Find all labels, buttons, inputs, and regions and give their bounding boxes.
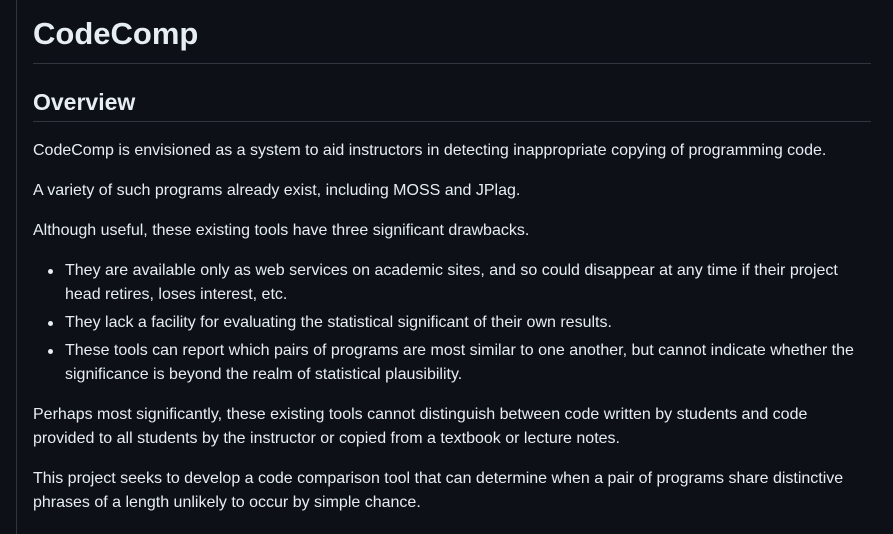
section-heading-overview: Overview <box>33 87 871 122</box>
list-item: These tools can report which pairs of pr… <box>48 339 871 387</box>
readme-content: CodeComp Overview CodeComp is envisioned… <box>33 12 871 515</box>
paragraph-project-goal: This project seeks to develop a code com… <box>33 470 844 511</box>
paragraph-intro: CodeComp is envisioned as a system to ai… <box>33 142 827 159</box>
paragraph-existing-programs: A variety of such programs already exist… <box>33 182 521 199</box>
paragraph-drawbacks: Although useful, these existing tools ha… <box>33 222 530 239</box>
readme-page: CodeComp Overview CodeComp is envisioned… <box>0 0 893 534</box>
list-item: They are available only as web services … <box>48 259 871 307</box>
paragraph-distinguish-code: Perhaps most significantly, these existi… <box>33 406 808 447</box>
drawbacks-list: They are available only as web services … <box>33 259 871 387</box>
list-item: They lack a facility for evaluating the … <box>48 311 871 335</box>
page-title: CodeComp <box>33 12 871 64</box>
left-border <box>16 0 17 534</box>
